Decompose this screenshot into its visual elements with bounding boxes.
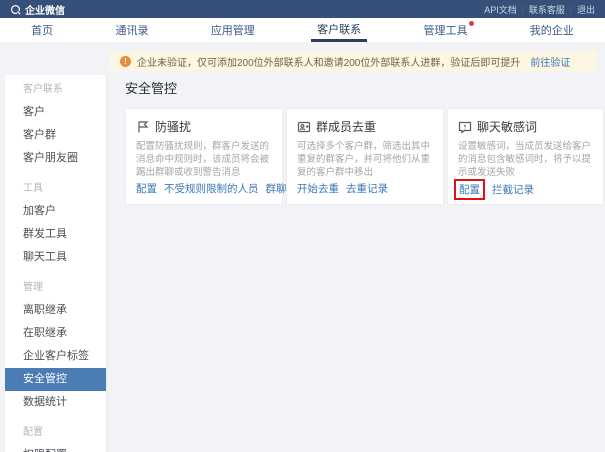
page: 企业微信 API文档 | 联系客服 | 退出 首页 通讯录 应用管理 客户联系 …	[0, 0, 605, 452]
banner-text: 企业未验证，仅可添加200位外部联系人和邀请200位外部联系人进群，验证后即可提…	[137, 54, 520, 69]
chat-bubble-icon	[458, 120, 472, 134]
start-dedupe-link[interactable]: 开始去重	[297, 181, 339, 196]
logout-link[interactable]: 退出	[577, 3, 595, 16]
sidebar-item-customer-tags[interactable]: 企业客户标签	[5, 345, 106, 368]
main-nav: 首页 通讯录 应用管理 客户联系 管理工具 我的企业	[0, 18, 605, 42]
intercept-records-link[interactable]: 拦截记录	[492, 182, 534, 197]
card-title: 防骚扰	[155, 118, 191, 135]
topbar-links: API文档 | 联系客服 | 退出	[484, 3, 595, 16]
annotation-highlight-box: 配置	[454, 179, 485, 200]
flag-icon	[136, 120, 150, 134]
verification-banner: ! 企业未验证，仅可添加200位外部联系人和邀请200位外部联系人进群，验证后即…	[110, 51, 597, 71]
card-header: 聊天敏感词	[458, 118, 593, 135]
sidebar-item-customer-moments[interactable]: 客户朋友圈	[5, 147, 106, 170]
sidebar-item-customer-groups[interactable]: 客户群	[5, 124, 106, 147]
group-dedupe-icon	[297, 120, 311, 134]
dedupe-records-link[interactable]: 去重记录	[346, 181, 388, 196]
page-title: 安全管控	[125, 78, 605, 98]
alert-icon: !	[120, 56, 131, 67]
sidebar-item-permission-config[interactable]: 权限配置	[5, 444, 106, 452]
tab-management-tools[interactable]: 管理工具	[417, 18, 473, 42]
card-title: 群成员去重	[316, 118, 376, 135]
sidebar-item-data-statistics[interactable]: 数据统计	[5, 391, 106, 414]
card-description: 可选择多个客户群，筛选出其中重复的群客户，并可将他们从重复的客户群中移出	[297, 140, 433, 179]
sidebar-item-chat-tools[interactable]: 聊天工具	[5, 246, 106, 269]
tab-my-company[interactable]: 我的企业	[524, 18, 580, 42]
sidebar-item-broadcast-tools[interactable]: 群发工具	[5, 223, 106, 246]
topbar: 企业微信 API文档 | 联系客服 | 退出	[0, 0, 605, 18]
sidebar-item-resigned-handover[interactable]: 离职继承	[5, 299, 106, 322]
card-group-dedupe: 群成员去重 可选择多个客户群，筛选出其中重复的群客户，并可将他们从重复的客户群中…	[286, 108, 444, 205]
card-anti-harassment: 防骚扰 配置防骚扰规则，群客户发送的消息命中规则时，该成员将会被踢出群聊或收到警…	[125, 108, 283, 205]
tab-contacts[interactable]: 通讯录	[109, 18, 154, 42]
card-sensitive-words: 聊天敏感词 设置敏感词，当成员发送给客户的消息包含敏感词时，将予以提示或发送失败…	[447, 108, 604, 205]
sidebar-item-customers[interactable]: 客户	[5, 101, 106, 124]
feature-cards: 防骚扰 配置防骚扰规则，群客户发送的消息命中规则时，该成员将会被踢出群聊或收到警…	[125, 108, 605, 205]
card-description: 配置防骚扰规则，群客户发送的消息命中规则时，该成员将会被踢出群聊或收到警告消息	[136, 140, 272, 179]
api-docs-link[interactable]: API文档	[484, 3, 517, 16]
divider: |	[570, 5, 572, 14]
sidebar-group-management: 管理	[5, 277, 106, 299]
card-links: 配置 不受规则限制的人员 群聊黑名单	[136, 181, 272, 196]
card-header: 防骚扰	[136, 118, 272, 135]
wecom-logo-icon	[10, 4, 21, 15]
tab-customer-contact[interactable]: 客户联系	[311, 18, 367, 42]
card-links: 配置 拦截记录	[458, 179, 593, 200]
sidebar-item-active-handover[interactable]: 在职继承	[5, 322, 106, 345]
contact-support-link[interactable]: 联系客服	[529, 3, 565, 16]
divider: |	[522, 5, 524, 14]
sidebar-group-config: 配置	[5, 422, 106, 444]
tab-app-management[interactable]: 应用管理	[205, 18, 261, 42]
go-verify-link[interactable]: 前往验证	[530, 54, 570, 69]
tab-home[interactable]: 首页	[25, 18, 59, 42]
brand-logo[interactable]: 企业微信	[10, 2, 65, 17]
card-links: 开始去重 去重记录	[297, 181, 433, 196]
sidebar-group-customer-contact: 客户联系	[5, 79, 106, 101]
sidebar-group-tools: 工具	[5, 178, 106, 200]
brand-name: 企业微信	[25, 2, 65, 17]
configure-link[interactable]: 配置	[136, 181, 157, 196]
card-header: 群成员去重	[297, 118, 433, 135]
exempt-members-link[interactable]: 不受规则限制的人员	[164, 181, 259, 196]
card-description: 设置敏感词，当成员发送给客户的消息包含敏感词时，将予以提示或发送失败	[458, 140, 593, 179]
card-title: 聊天敏感词	[477, 118, 537, 135]
sidebar-item-add-customer[interactable]: 加客户	[5, 200, 106, 223]
tab-management-tools-label: 管理工具	[423, 22, 467, 38]
notification-dot	[469, 21, 474, 26]
sidebar-item-security-control[interactable]: 安全管控	[5, 368, 106, 391]
main-content: 安全管控 防骚扰 配置防骚扰规则，群客户发送的消息命中规则时，该成员将会被踢出群…	[125, 78, 605, 205]
sidebar: 客户联系 客户 客户群 客户朋友圈 工具 加客户 群发工具 聊天工具 管理 离职…	[5, 75, 107, 452]
configure-link[interactable]: 配置	[459, 184, 480, 196]
